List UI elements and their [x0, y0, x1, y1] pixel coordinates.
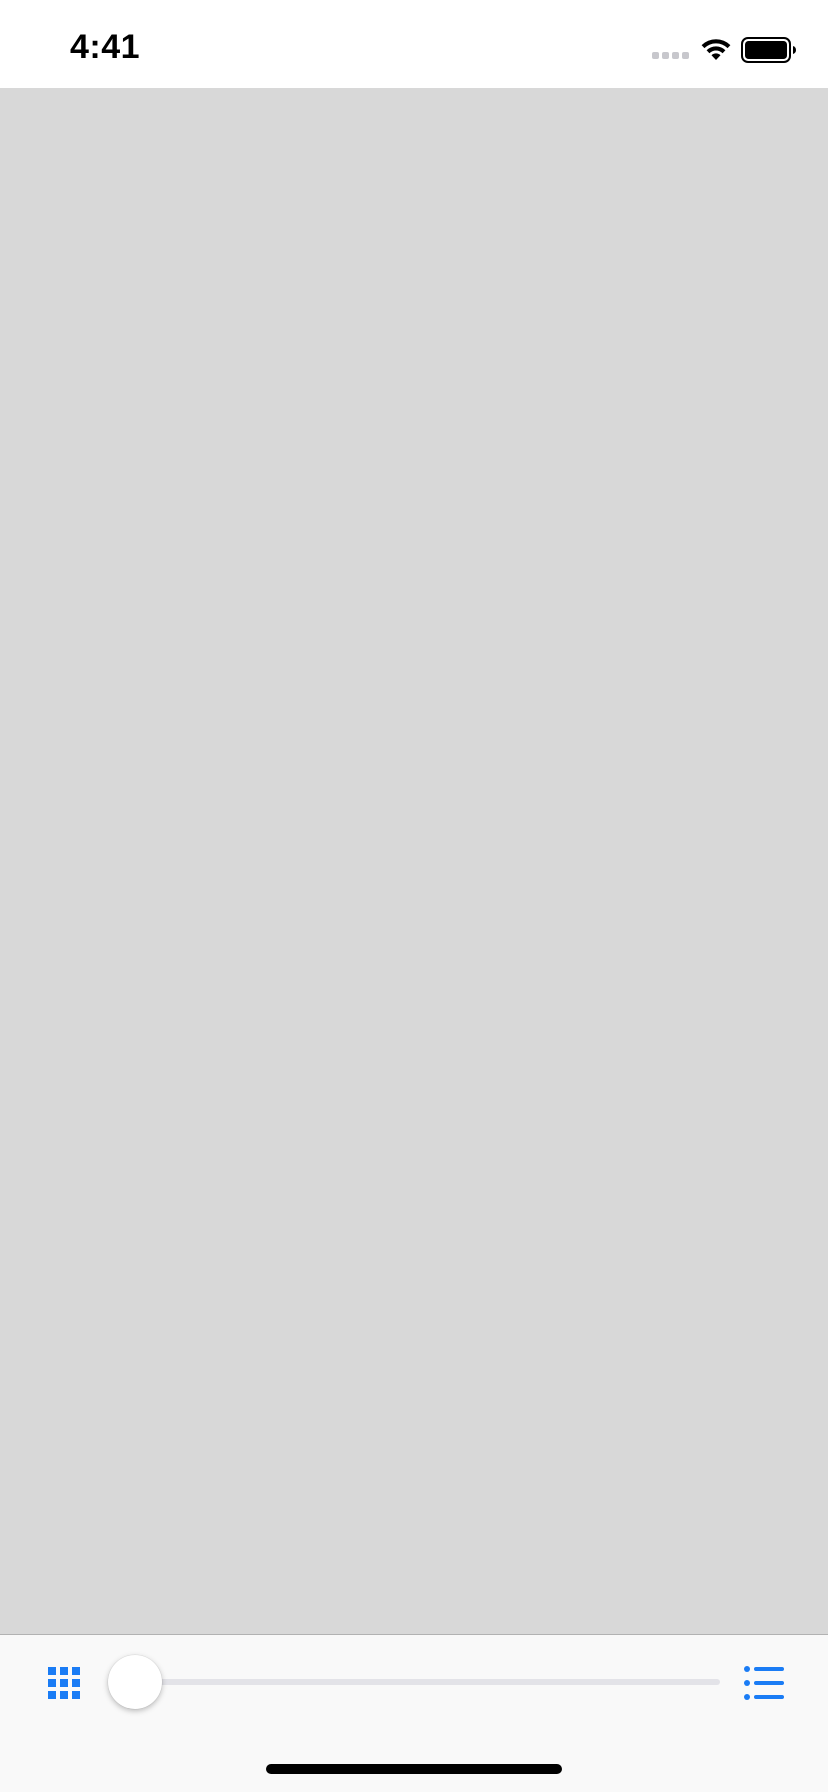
- zoom-slider[interactable]: [108, 1651, 720, 1715]
- grid-icon: [48, 1667, 80, 1699]
- list-view-button[interactable]: [740, 1659, 788, 1707]
- battery-icon: [741, 37, 796, 63]
- slider-thumb[interactable]: [108, 1655, 162, 1709]
- cellular-signal-icon: [652, 52, 689, 59]
- status-bar: 4:41: [0, 0, 828, 88]
- wifi-icon: [701, 39, 731, 60]
- slider-track[interactable]: [108, 1679, 720, 1685]
- grid-view-button[interactable]: [40, 1659, 88, 1707]
- home-indicator[interactable]: [266, 1764, 562, 1774]
- content-area: [0, 88, 828, 1634]
- list-icon: [744, 1666, 784, 1700]
- status-time: 4:41: [70, 28, 141, 66]
